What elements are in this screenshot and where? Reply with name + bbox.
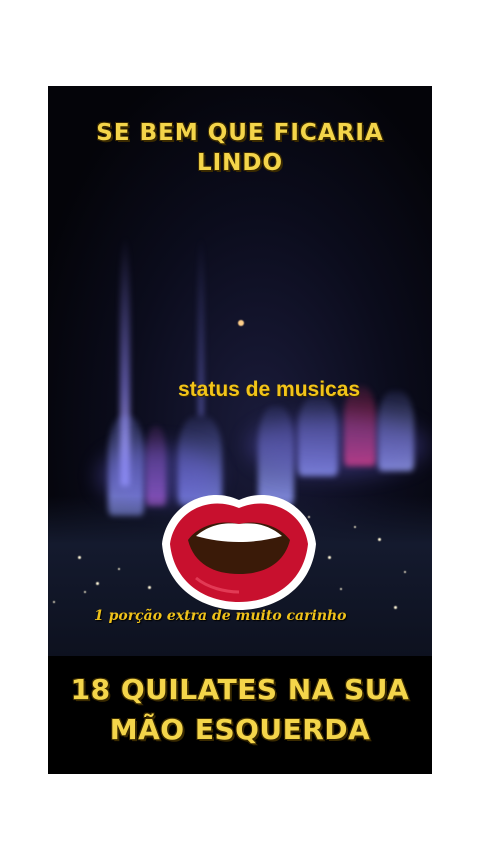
headline-bottom-line-1: 18 QUILATES NA SUA (70, 673, 410, 706)
caption-text: 1 porção extra de muito carinho (94, 608, 347, 624)
headline-top-line-1: SE BEM QUE FICARIA (96, 120, 384, 146)
open-lips-icon (162, 494, 316, 610)
status-label: status de musicas (178, 378, 361, 401)
headline-top-line-2: LINDO (196, 150, 284, 176)
headline-top: SE BEM QUE FICARIA LINDO (48, 118, 432, 178)
headline-bottom: 18 QUILATES NA SUA MÃO ESQUERDA (48, 670, 432, 750)
video-frame[interactable]: SE BEM QUE FICARIA LINDO status de music… (48, 86, 432, 774)
headline-bottom-line-2: MÃO ESQUERDA (109, 713, 371, 746)
